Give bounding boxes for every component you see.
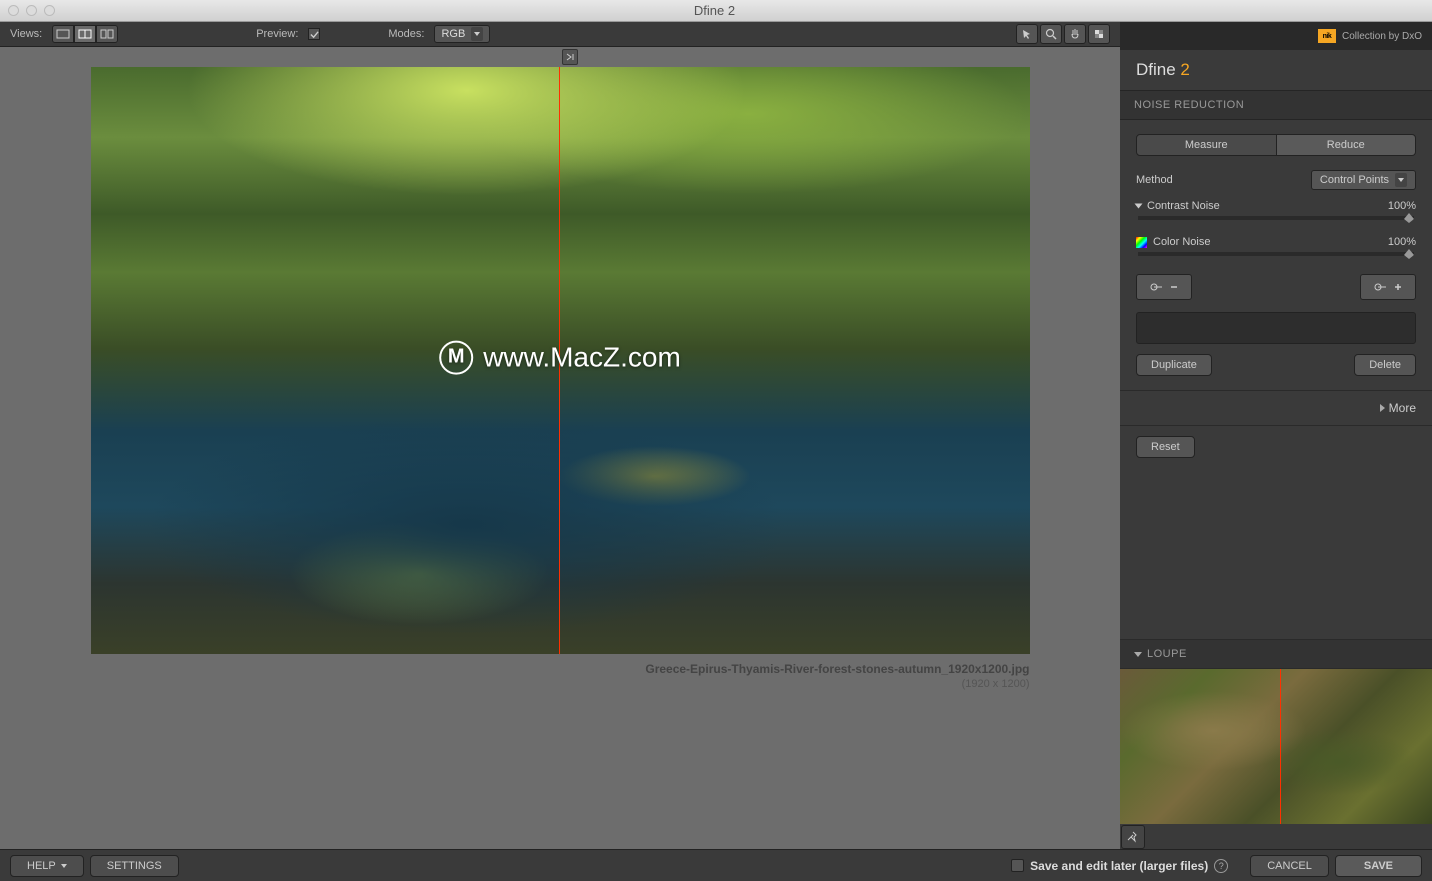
bg-color-button[interactable] — [1088, 24, 1110, 44]
save-later-label: Save and edit later (larger files) — [1030, 859, 1208, 873]
contrast-thumb[interactable] — [1404, 213, 1414, 223]
more-label: More — [1389, 401, 1416, 415]
color-track[interactable] — [1138, 252, 1414, 256]
loupe-divider[interactable] — [1280, 669, 1281, 824]
save-button[interactable]: SAVE — [1335, 855, 1422, 877]
reset-button[interactable]: Reset — [1136, 436, 1195, 458]
color-noise-label: Color Noise — [1153, 236, 1210, 248]
watermark: M www.MacZ.com — [439, 340, 681, 374]
dropdown-arrow-icon — [471, 27, 483, 41]
preview-checkbox[interactable] — [308, 28, 320, 40]
canvas: M www.MacZ.com Greece-Epirus-Thyamis-Riv… — [0, 47, 1120, 849]
info-icon[interactable]: ? — [1214, 859, 1228, 873]
settings-button[interactable]: SETTINGS — [90, 855, 179, 877]
save-later-checkbox[interactable] — [1011, 859, 1024, 872]
color-noise-slider: Color Noise 100% — [1136, 236, 1416, 256]
method-dropdown[interactable]: Control Points — [1311, 170, 1416, 190]
nr-tabs: Measure Reduce — [1136, 134, 1416, 156]
chevron-right-icon — [1380, 404, 1385, 412]
loupe-lock-button[interactable] — [1121, 825, 1145, 849]
view-side-by-side-button[interactable] — [96, 25, 118, 43]
method-label: Method — [1136, 174, 1173, 186]
control-point-icon — [1374, 282, 1390, 292]
expand-icon[interactable] — [1135, 204, 1143, 209]
divider-handle-icon[interactable] — [562, 49, 578, 65]
control-point-icon — [1150, 282, 1166, 292]
plus-icon — [1393, 282, 1403, 292]
watermark-text: www.MacZ.com — [483, 341, 681, 373]
add-control-point-button[interactable] — [1360, 274, 1416, 300]
views-label: Views: — [10, 28, 42, 40]
help-button[interactable]: HELP — [10, 855, 84, 877]
traffic-lights — [8, 5, 55, 16]
pin-icon — [1127, 831, 1139, 843]
filename-label: Greece-Epirus-Thyamis-River-forest-stone… — [91, 662, 1030, 676]
close-window-icon[interactable] — [8, 5, 19, 16]
control-points-list[interactable] — [1136, 312, 1416, 344]
minus-icon — [1169, 282, 1179, 292]
loupe-header[interactable]: LOUPE — [1120, 639, 1432, 669]
pan-tool-button[interactable] — [1064, 24, 1086, 44]
color-thumb[interactable] — [1404, 249, 1414, 259]
brand-text: Collection by DxO — [1342, 31, 1422, 42]
preview-label: Preview: — [256, 28, 298, 40]
loupe-preview[interactable] — [1120, 669, 1432, 824]
tab-measure[interactable]: Measure — [1136, 134, 1277, 156]
chevron-down-icon — [61, 864, 67, 868]
contrast-track[interactable] — [1138, 216, 1414, 220]
duplicate-button[interactable]: Duplicate — [1136, 354, 1212, 376]
side-panel: nik Collection by DxO Dfine 2 NOISE REDU… — [1120, 22, 1432, 849]
tab-reduce[interactable]: Reduce — [1277, 134, 1417, 156]
modes-value: RGB — [441, 28, 465, 40]
contrast-noise-label: Contrast Noise — [1147, 200, 1220, 212]
zoom-window-icon[interactable] — [44, 5, 55, 16]
contrast-noise-value: 100% — [1388, 200, 1416, 212]
noise-reduction-header: NOISE REDUCTION — [1120, 90, 1432, 120]
cancel-button[interactable]: CANCEL — [1250, 855, 1329, 877]
brand-bar: nik Collection by DxO — [1120, 22, 1432, 50]
dimensions-label: (1920 x 1200) — [91, 678, 1030, 690]
app-title: Dfine 2 — [1120, 50, 1432, 90]
view-split-button[interactable] — [74, 25, 96, 43]
delete-button[interactable]: Delete — [1354, 354, 1416, 376]
top-toolbar: Views: Preview: Modes: RGB — [0, 22, 1120, 47]
select-tool-button[interactable] — [1016, 24, 1038, 44]
main-viewport: Views: Preview: Modes: RGB — [0, 22, 1120, 849]
contrast-noise-slider: Contrast Noise 100% — [1136, 200, 1416, 220]
method-value: Control Points — [1320, 174, 1389, 186]
minimize-window-icon[interactable] — [26, 5, 37, 16]
more-button[interactable]: More — [1120, 391, 1432, 426]
preview-image-wrap: M www.MacZ.com — [91, 67, 1030, 654]
view-single-button[interactable] — [52, 25, 74, 43]
zoom-tool-button[interactable] — [1040, 24, 1062, 44]
chevron-down-icon — [1395, 173, 1407, 187]
remove-control-point-button[interactable] — [1136, 274, 1192, 300]
title-bar: Dfine 2 — [0, 0, 1432, 22]
color-swatch-icon — [1136, 237, 1147, 248]
views-segment — [52, 25, 118, 43]
footer-bar: HELP SETTINGS Save and edit later (large… — [0, 849, 1432, 881]
modes-label: Modes: — [388, 28, 424, 40]
color-noise-value: 100% — [1388, 236, 1416, 248]
modes-dropdown[interactable]: RGB — [434, 25, 490, 43]
loupe-label: LOUPE — [1147, 648, 1187, 660]
nik-logo-icon: nik — [1318, 29, 1336, 43]
window-title: Dfine 2 — [55, 3, 1374, 18]
chevron-down-icon — [1134, 652, 1142, 657]
watermark-logo-icon: M — [439, 340, 473, 374]
